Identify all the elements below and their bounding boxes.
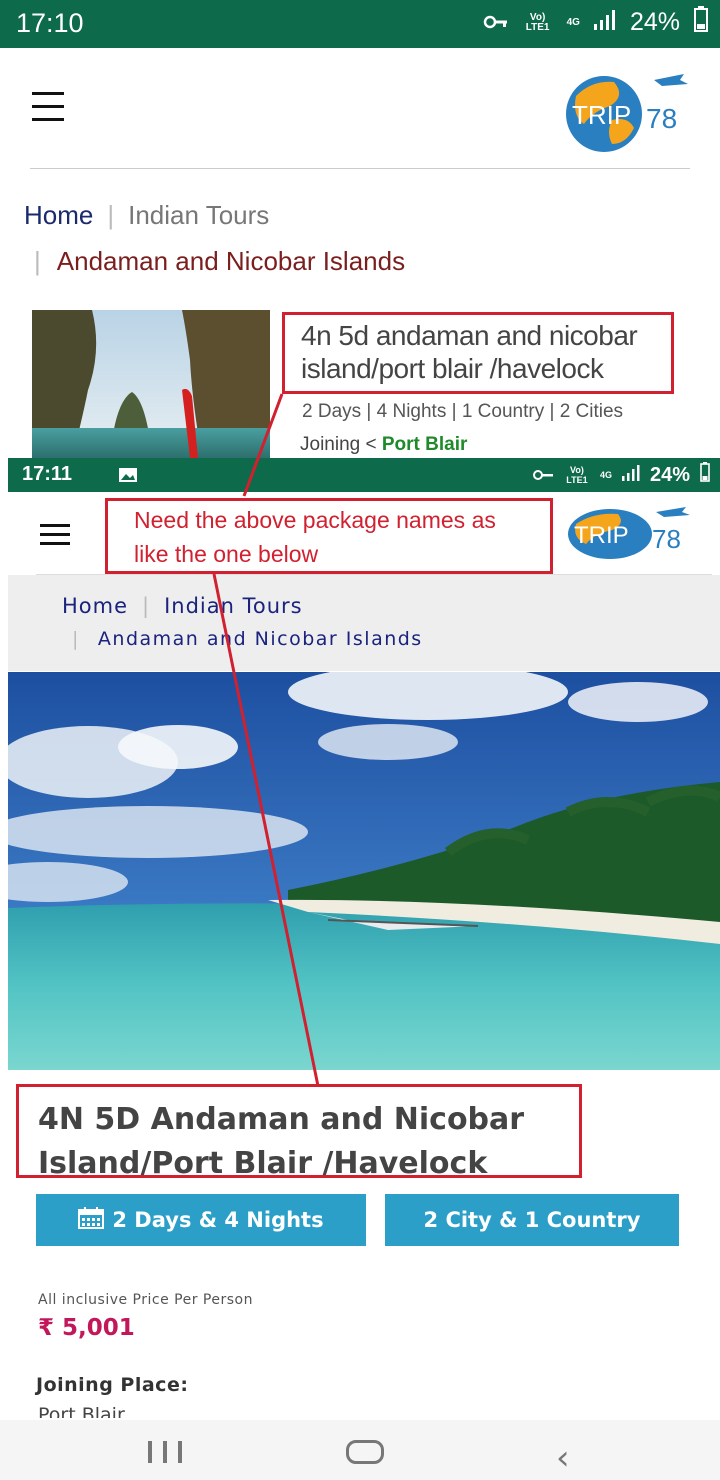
annotation-title-highlight — [16, 1084, 582, 1178]
annotation-note: Need the above package names as like the… — [105, 498, 553, 574]
recent-apps-icon[interactable] — [148, 1441, 182, 1463]
annotation-lines — [212, 393, 320, 1087]
back-icon[interactable]: ‹ — [556, 1438, 570, 1478]
home-icon[interactable] — [346, 1440, 384, 1464]
